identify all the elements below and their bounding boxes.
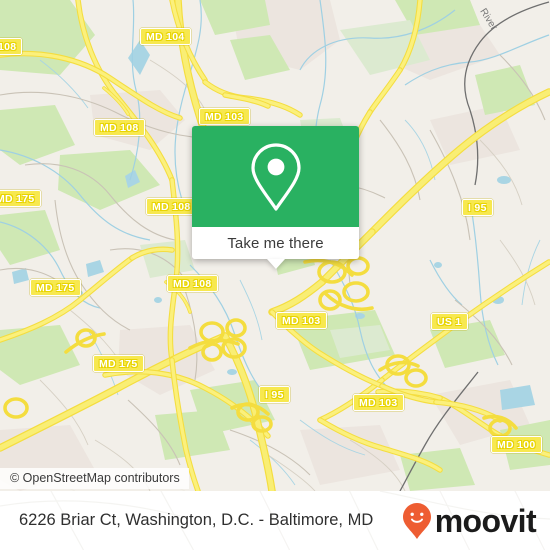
map-canvas[interactable]: .land { fill:#f2efe9; } .park { fill:#cf… bbox=[0, 0, 550, 491]
osm-attribution[interactable]: © OpenStreetMap contributors bbox=[0, 468, 189, 489]
shield-md-175-west: MD 175 bbox=[30, 279, 81, 296]
popup-action-panel[interactable]: Take me there bbox=[192, 227, 359, 269]
shield-md-104: MD 104 bbox=[140, 28, 191, 45]
take-me-there-label: Take me there bbox=[227, 234, 324, 252]
shield-i-95-north: I 95 bbox=[462, 199, 493, 216]
moovit-smiley-pin-icon bbox=[402, 502, 431, 539]
shield-md-103-south: MD 103 bbox=[353, 394, 404, 411]
popup-pointer-tail bbox=[266, 259, 285, 269]
moovit-logo[interactable]: moovit bbox=[402, 502, 537, 540]
shield-us-1: US 1 bbox=[431, 313, 468, 330]
shield-md-108-mid: MD 108 bbox=[146, 198, 197, 215]
footer-bar: 6226 Briar Ct, Washington, D.C. - Baltim… bbox=[0, 491, 550, 550]
shield-md-108-south: MD 108 bbox=[167, 275, 218, 292]
moovit-wordmark: moovit bbox=[434, 502, 537, 539]
shield-i-95-south: I 95 bbox=[259, 386, 290, 403]
shield-md-175-west-edge: MD 175 bbox=[0, 190, 41, 207]
location-address: 6226 Briar Ct, Washington, D.C. - Baltim… bbox=[19, 511, 374, 529]
shield-md-100: MD 100 bbox=[491, 436, 542, 453]
map-screenshot: .land { fill:#f2efe9; } .park { fill:#cf… bbox=[0, 0, 550, 550]
map-pin-icon bbox=[250, 142, 301, 211]
shield-md-103-north: MD 103 bbox=[199, 108, 250, 125]
shield-md-108-west-edge: 108 bbox=[0, 38, 23, 55]
shield-md-108-north: MD 108 bbox=[94, 119, 145, 136]
shield-md-103-mid: MD 103 bbox=[276, 312, 327, 329]
shield-md-175-south: MD 175 bbox=[93, 355, 144, 372]
popup-image-panel bbox=[192, 126, 359, 227]
location-popup-card[interactable]: Take me there bbox=[192, 126, 359, 269]
